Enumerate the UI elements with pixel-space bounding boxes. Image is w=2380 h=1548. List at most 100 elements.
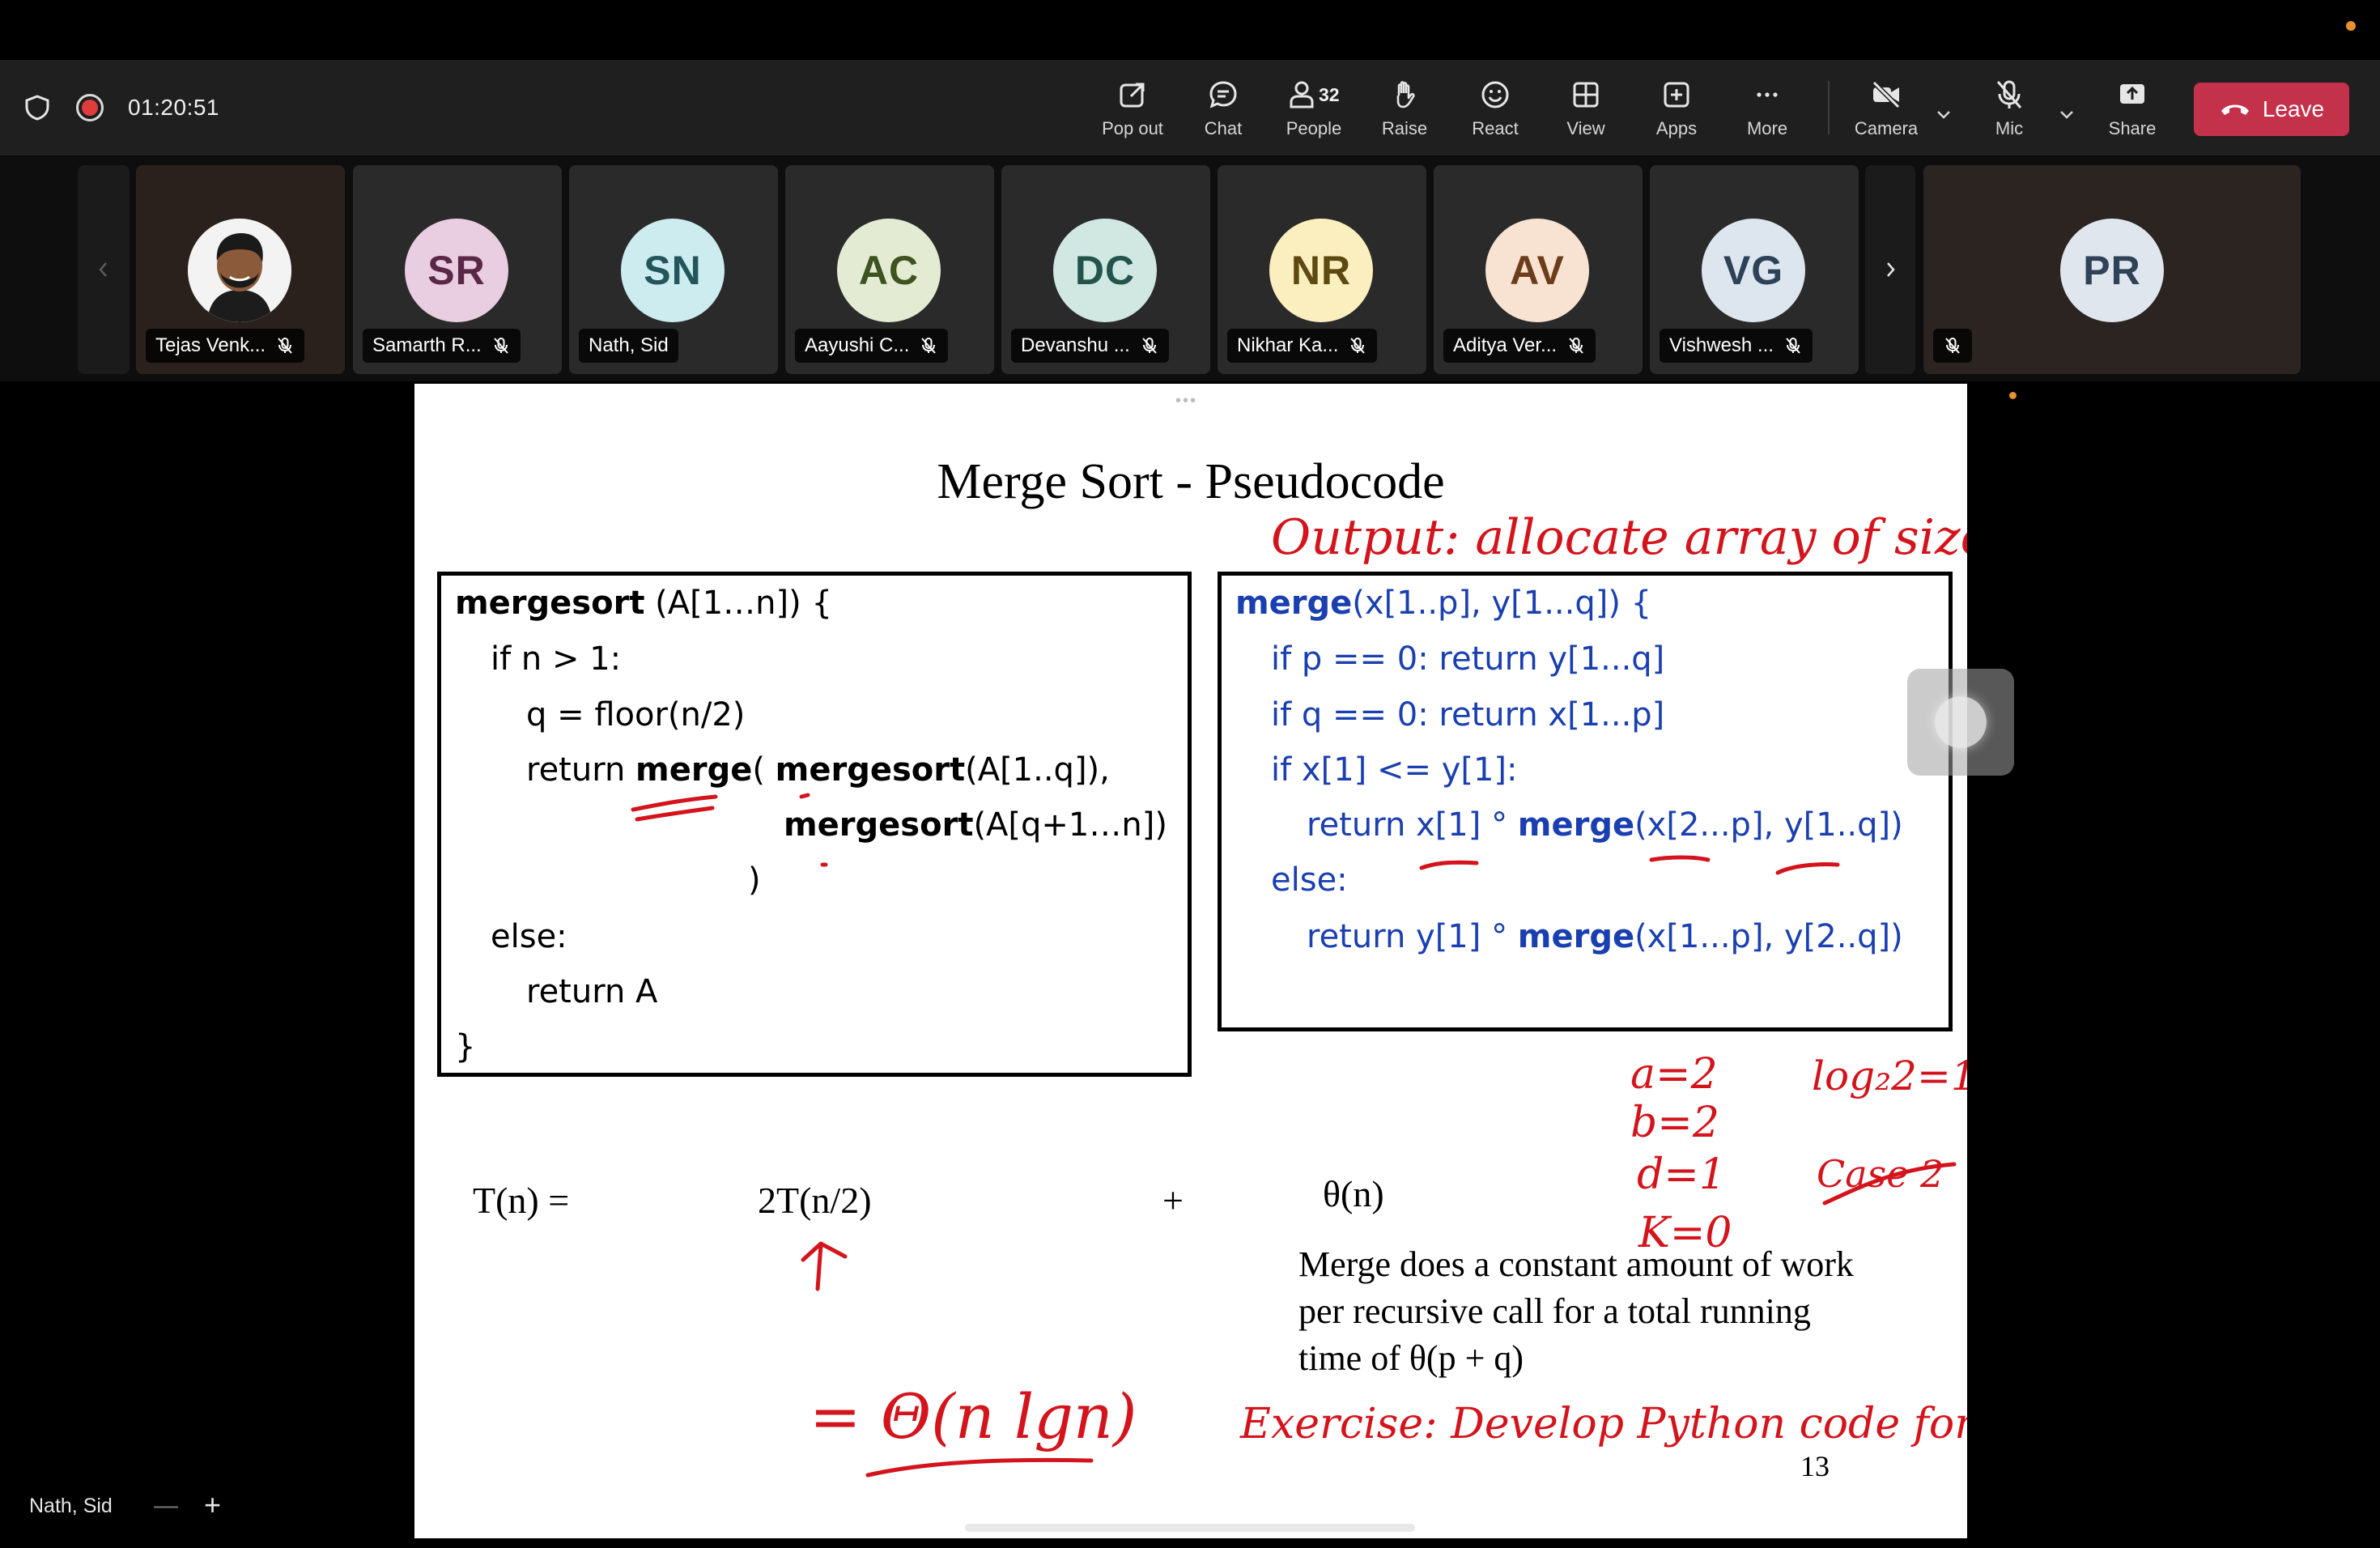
zoom-in-button[interactable]: + xyxy=(204,1488,221,1522)
react-button[interactable]: React xyxy=(1450,76,1541,142)
meeting-toolbar: 01:20:51 Pop out Chat 32 People Raise Re… xyxy=(0,60,2380,155)
more-dots-icon xyxy=(1757,92,1778,97)
people-count-badge: 32 xyxy=(1319,84,1340,105)
participant-initials-avatar: DC xyxy=(1053,219,1157,322)
shield-icon[interactable] xyxy=(23,93,52,122)
participant-initials-avatar: SN xyxy=(621,219,725,322)
recurrence-lhs: T(n) = xyxy=(473,1180,570,1221)
recurrence-plus: + xyxy=(1162,1180,1184,1221)
recurrence-term2: θ(n) xyxy=(1323,1173,1384,1214)
ink-case: Case 2 xyxy=(1817,1152,1944,1196)
share-screen-icon xyxy=(2120,84,2144,104)
participant-nameplate xyxy=(1933,329,1972,363)
participant-tile[interactable]: NR Nikhar Ka... xyxy=(1218,165,1426,374)
mic-button[interactable]: Mic xyxy=(1964,76,2055,142)
code-line: mergesort(A[q+1…n]) xyxy=(784,806,1167,844)
participant-initials-avatar: VG xyxy=(1702,219,1805,322)
participants-next-button[interactable] xyxy=(1865,165,1915,374)
apps-plus-icon xyxy=(1664,82,1689,108)
smiley-icon xyxy=(1481,81,1509,108)
ink-log: log₂2=1 xyxy=(1812,1053,1967,1099)
participant-tile[interactable]: PR xyxy=(1923,165,2301,374)
code-line: else: xyxy=(1271,861,1348,899)
code-line: return y[1] ° merge(x[1...p], y[2..q]) xyxy=(1307,918,1903,955)
participant-tile[interactable]: DC Devanshu ... xyxy=(1001,165,1210,374)
assistive-dot-icon xyxy=(1935,696,1987,748)
chevron-right-icon xyxy=(1887,262,1895,277)
participant-initials-avatar: AC xyxy=(837,219,941,322)
pop-out-button[interactable]: Pop out xyxy=(1087,76,1178,142)
muted-mic-icon xyxy=(1786,338,1800,354)
recurrence-term1: 2T(n/2) xyxy=(758,1180,872,1221)
slide-title: Merge Sort - Pseudocode xyxy=(937,454,1445,509)
meeting-timer: 01:20:51 xyxy=(128,95,219,120)
participant-nameplate: Nikhar Ka... xyxy=(1227,329,1378,363)
code-line: if x[1] <= y[1]: xyxy=(1271,751,1518,789)
participant-tile[interactable]: Tejas Venk... xyxy=(136,165,345,374)
more-button[interactable]: More xyxy=(1722,76,1813,142)
ink-a: a=2 xyxy=(1630,1050,1718,1099)
shared-slide: Merge Sort - Pseudocode mergesort (A[1…n… xyxy=(414,384,1967,1538)
chat-icon xyxy=(1209,81,1237,108)
participant-nameplate: Vishwesh ... xyxy=(1660,329,1813,363)
ink-b: b=2 xyxy=(1630,1099,1719,1147)
floating-assistive-button[interactable] xyxy=(1907,669,2014,776)
camera-indicator-dot xyxy=(2346,21,2356,31)
leave-button[interactable]: Leave xyxy=(2194,83,2349,136)
people-button[interactable]: 32 People xyxy=(1269,76,1359,142)
presenter-name-label: Nath, Sid xyxy=(29,1495,113,1517)
participant-tile[interactable]: VG Vishwesh ... xyxy=(1650,165,1859,374)
participant-initials-avatar: PR xyxy=(2060,219,2164,322)
zoom-out-button[interactable]: — xyxy=(154,1492,178,1520)
muted-mic-icon xyxy=(1569,338,1583,354)
share-button[interactable]: Share xyxy=(2087,76,2178,142)
participant-tile[interactable]: AC Aayushi C... xyxy=(785,165,994,374)
ink-d: d=1 xyxy=(1637,1150,1726,1199)
participant-tile[interactable]: AV Aditya Ver... xyxy=(1434,165,1643,374)
muted-mic-icon xyxy=(1350,338,1366,354)
code-line: merge(x[1..p], y[1...q]) { xyxy=(1235,585,1652,622)
raise-hand-button[interactable]: Raise xyxy=(1359,76,1450,142)
ink-result: = Θ(n lgn) xyxy=(810,1380,1137,1452)
camera-options-chevron-icon[interactable] xyxy=(1932,102,1956,126)
participant-tile[interactable]: SR Samarth R... xyxy=(353,165,562,374)
code-line: } xyxy=(455,1028,476,1065)
participant-nameplate: Devanshu ... xyxy=(1011,329,1169,363)
muted-mic-icon xyxy=(921,338,937,354)
mic-options-chevron-icon[interactable] xyxy=(2055,102,2079,126)
recording-indicator-dot xyxy=(2009,392,2017,399)
participant-initials-avatar: NR xyxy=(1269,219,1373,322)
recording-icon xyxy=(76,94,104,121)
mic-off-icon xyxy=(1996,80,2022,108)
participants-prev-button[interactable] xyxy=(78,165,130,374)
pop-out-icon xyxy=(1120,83,1145,108)
slide-page-number: 13 xyxy=(1800,1450,1830,1482)
camera-button[interactable]: Camera xyxy=(1841,76,1932,142)
explanation-line: per recursive call for a total running xyxy=(1298,1291,1811,1331)
code-line: return A xyxy=(526,973,658,1010)
participant-tile[interactable]: SN Nath, Sid xyxy=(569,165,778,374)
code-line: return merge( mergesort(A[1..q]), xyxy=(526,751,1110,789)
apps-button[interactable]: Apps xyxy=(1631,76,1722,142)
participant-initials-avatar: AV xyxy=(1485,219,1589,322)
code-line: q = floor(n/2) xyxy=(526,696,746,734)
code-line: ) xyxy=(748,861,761,899)
raise-hand-icon xyxy=(1396,81,1415,108)
code-line: if q == 0: return x[1...p] xyxy=(1271,696,1665,734)
toolbar-divider xyxy=(1828,81,1830,134)
chat-button[interactable]: Chat xyxy=(1178,76,1269,142)
hang-up-phone-icon xyxy=(2221,104,2249,115)
participant-nameplate: Tejas Venk... xyxy=(146,329,305,363)
view-button[interactable]: View xyxy=(1541,76,1631,142)
participant-nameplate: Aditya Ver... xyxy=(1443,329,1596,363)
slide-drag-handle[interactable]: ••• xyxy=(1175,392,1197,410)
code-line: if n > 1: xyxy=(491,640,622,678)
explanation-line: time of θ(p + q) xyxy=(1298,1338,1524,1378)
people-icon xyxy=(1290,81,1314,108)
meeting-status: 01:20:51 xyxy=(23,60,219,155)
home-indicator-bar[interactable] xyxy=(965,1524,1415,1532)
code-line: return x[1] ° merge(x[2...p], y[1..q]) xyxy=(1307,806,1903,844)
ink-output-note: Output: allocate array of size n xyxy=(1271,509,1967,566)
code-line: else: xyxy=(491,918,567,955)
participant-initials-avatar: SR xyxy=(405,219,508,322)
